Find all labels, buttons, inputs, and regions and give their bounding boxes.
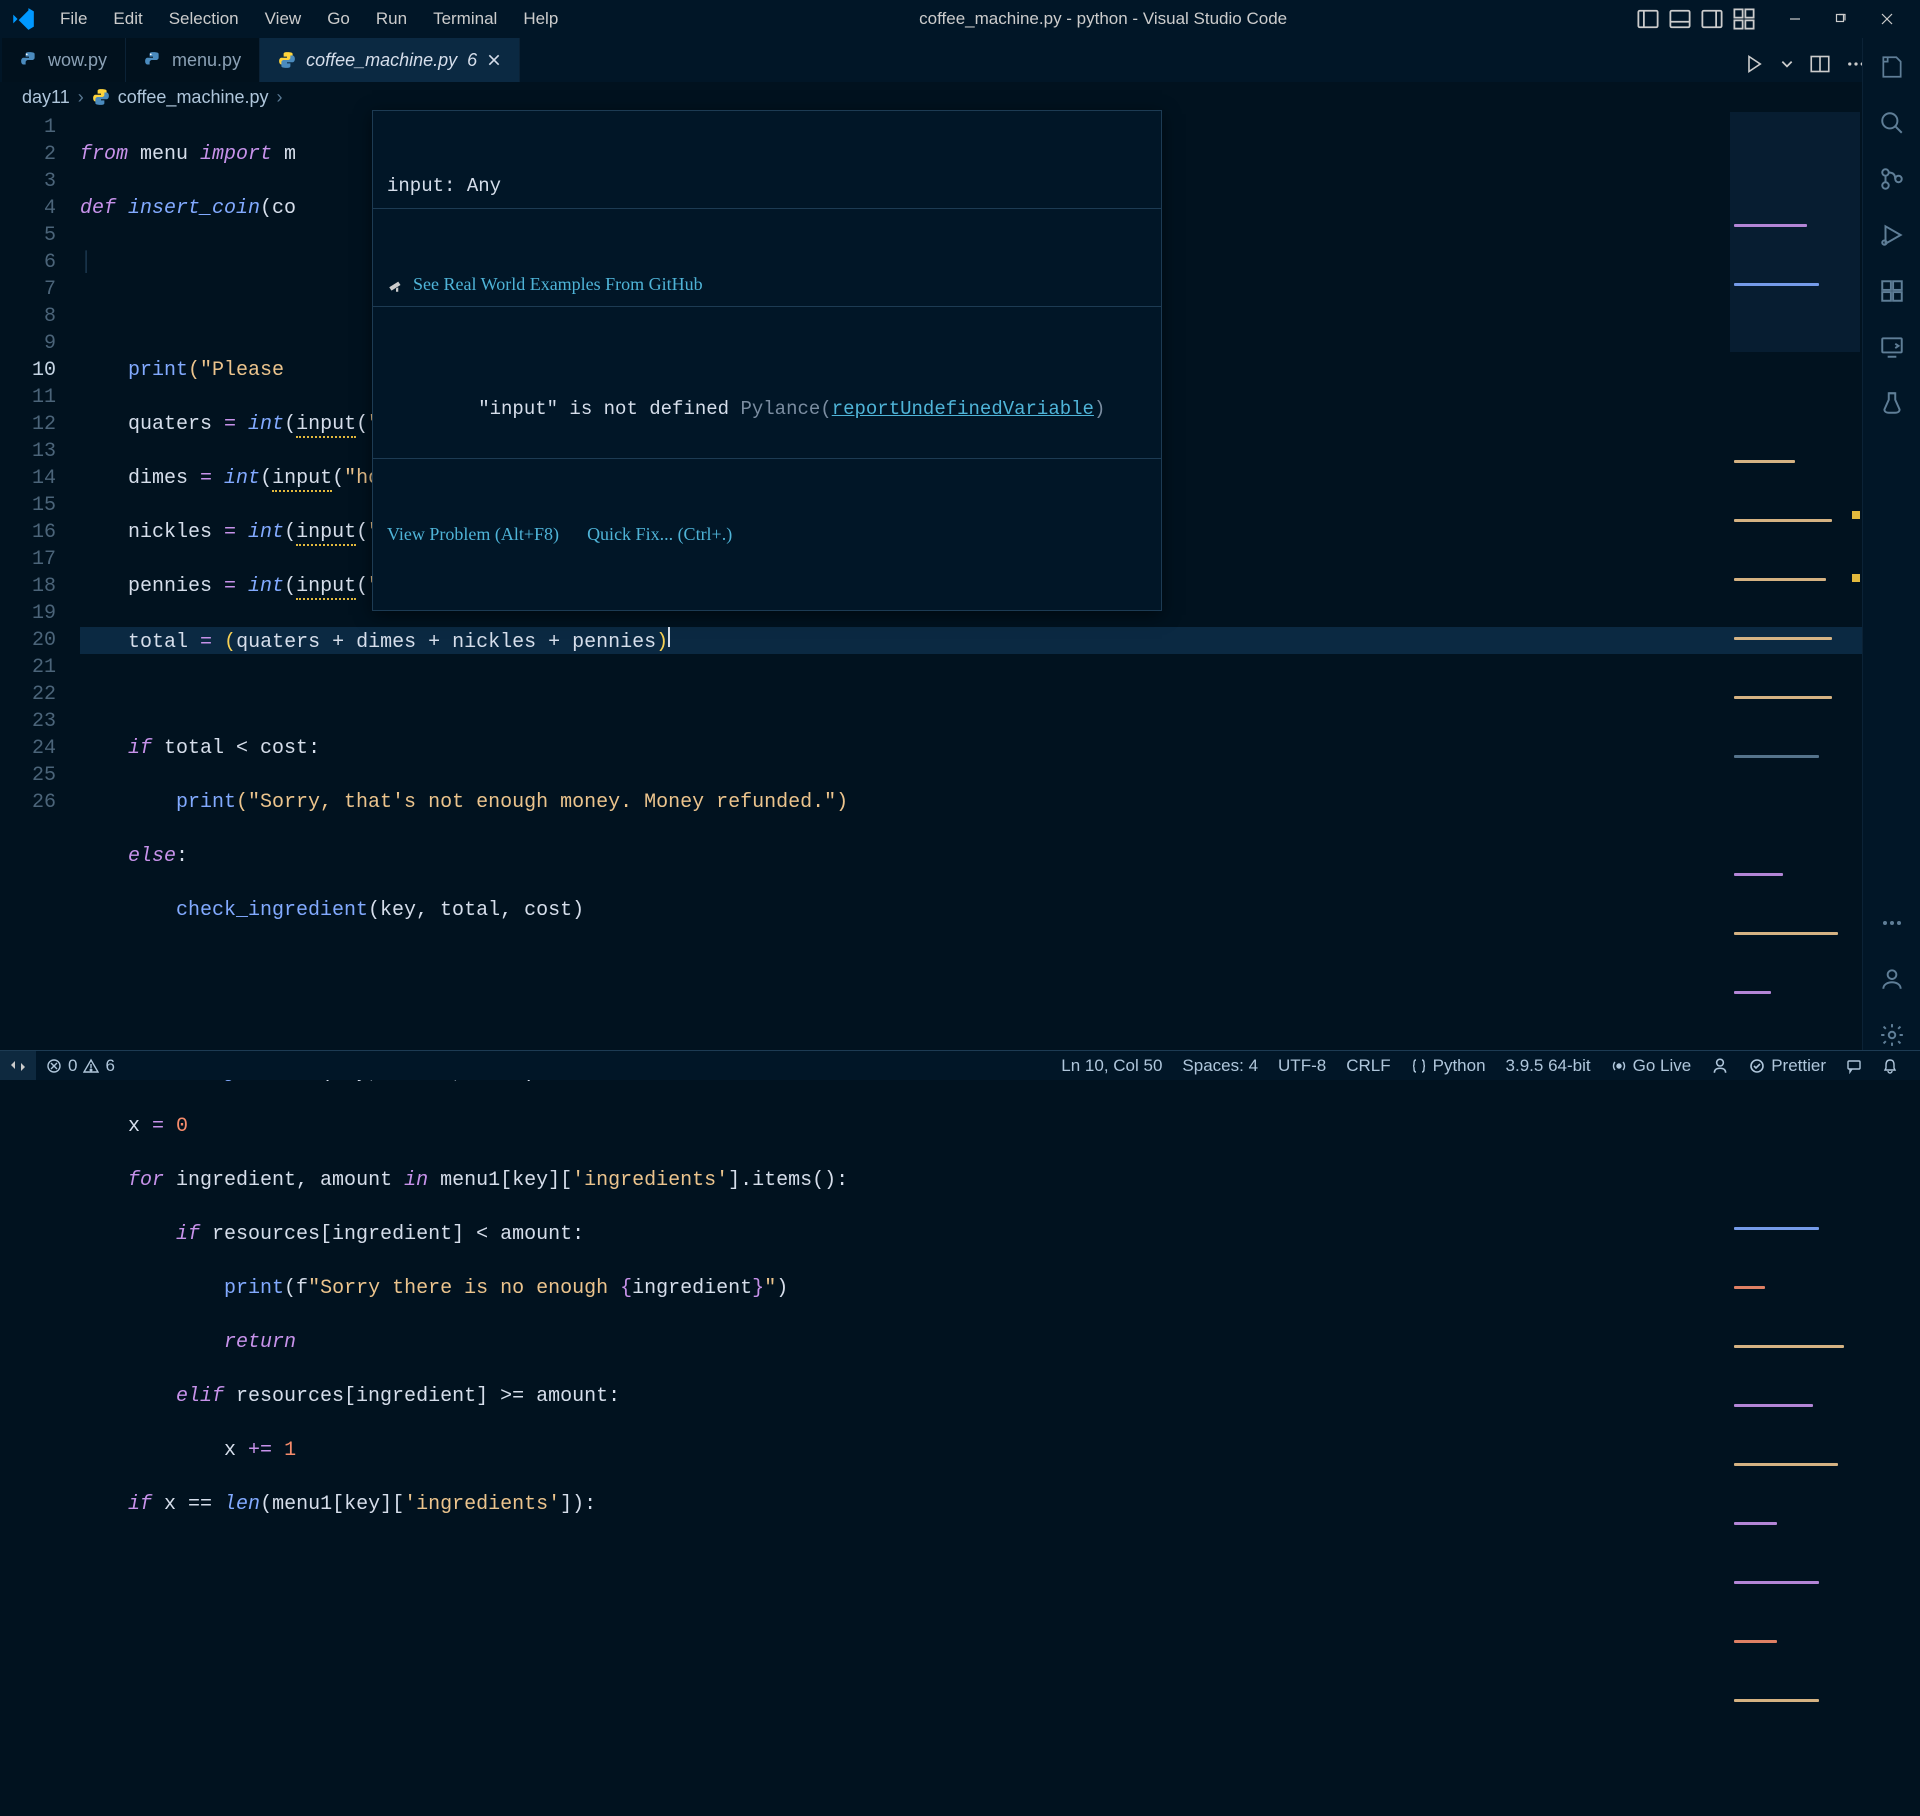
menu-bar: File Edit Selection View Go Run Terminal… [48, 5, 570, 33]
run-dropdown-icon[interactable] [1780, 57, 1794, 71]
run-debug-icon[interactable] [1877, 220, 1907, 250]
breadcrumb-folder[interactable]: day11 [22, 87, 70, 108]
window-title: coffee_machine.py - python - Visual Stud… [570, 9, 1636, 29]
close-tab-icon[interactable] [487, 53, 501, 67]
broadcast-icon [1611, 1058, 1627, 1074]
vscode-logo-icon [10, 6, 36, 32]
hover-tooltip: input: Any See Real World Examples From … [372, 110, 1162, 611]
source-control-icon[interactable] [1877, 164, 1907, 194]
more-icon[interactable] [1877, 908, 1907, 938]
chevron-right-icon: › [277, 87, 283, 108]
cursor-position[interactable]: Ln 10, Col 50 [1051, 1056, 1172, 1076]
hover-github-link[interactable]: See Real World Examples From GitHub [373, 263, 1161, 307]
menu-run[interactable]: Run [364, 5, 419, 33]
close-button[interactable] [1864, 2, 1910, 36]
menu-selection[interactable]: Selection [157, 5, 251, 33]
layout-panel-icon[interactable] [1668, 8, 1692, 30]
line-number-gutter[interactable]: 123456789 10 111213141516171819202122232… [0, 112, 80, 1050]
person-icon [1711, 1057, 1729, 1075]
window-controls [1772, 2, 1910, 36]
python-file-icon [144, 51, 162, 69]
bell-icon [1882, 1058, 1898, 1074]
menu-terminal[interactable]: Terminal [421, 5, 509, 33]
tab-menu[interactable]: menu.py [126, 38, 260, 82]
language-mode[interactable]: Python [1401, 1056, 1496, 1076]
python-file-icon [278, 51, 296, 69]
search-icon[interactable] [1877, 108, 1907, 138]
feedback[interactable] [1836, 1056, 1872, 1076]
settings-gear-icon[interactable] [1877, 1020, 1907, 1050]
chevron-right-icon: › [78, 87, 84, 108]
tab-label: menu.py [172, 50, 241, 71]
braces-icon [1411, 1058, 1427, 1074]
tab-label: coffee_machine.py [306, 50, 457, 71]
tab-coffee-machine[interactable]: coffee_machine.py 6 [260, 38, 520, 82]
layout-controls [1636, 8, 1756, 30]
layout-sidebar-right-icon[interactable] [1700, 8, 1724, 30]
explorer-icon[interactable] [1877, 52, 1907, 82]
menu-file[interactable]: File [48, 5, 99, 33]
warning-icon [83, 1058, 99, 1074]
activity-bar [1862, 38, 1920, 1050]
indentation[interactable]: Spaces: 4 [1172, 1056, 1268, 1076]
layout-customize-icon[interactable] [1732, 8, 1756, 30]
eol[interactable]: CRLF [1336, 1056, 1400, 1076]
notifications[interactable] [1872, 1056, 1908, 1076]
breadcrumb[interactable]: day11 › coffee_machine.py › [0, 82, 1920, 112]
overview-ruler [1846, 224, 1862, 1020]
remote-indicator[interactable] [0, 1051, 36, 1080]
problems-indicator[interactable]: 0 6 [36, 1056, 125, 1076]
error-code-link[interactable]: reportUndefinedVariable [832, 398, 1094, 420]
quick-fix-link[interactable]: Quick Fix... (Ctrl+.) [587, 521, 732, 548]
minimap[interactable] [1730, 112, 1860, 352]
menu-help[interactable]: Help [511, 5, 570, 33]
maximize-button[interactable] [1818, 2, 1864, 36]
codespaces[interactable] [1701, 1056, 1739, 1076]
extensions-icon[interactable] [1877, 276, 1907, 306]
breadcrumb-file[interactable]: coffee_machine.py [118, 87, 269, 108]
tab-dirty-count: 6 [467, 50, 477, 71]
menu-edit[interactable]: Edit [101, 5, 154, 33]
layout-sidebar-left-icon[interactable] [1636, 8, 1660, 30]
remote-icon [10, 1058, 26, 1074]
telescope-icon [387, 276, 405, 294]
encoding[interactable]: UTF-8 [1268, 1056, 1336, 1076]
menu-view[interactable]: View [253, 5, 314, 33]
menu-go[interactable]: Go [315, 5, 362, 33]
check-icon [1749, 1058, 1765, 1074]
python-interpreter[interactable]: 3.9.5 64-bit [1496, 1056, 1601, 1076]
python-file-icon [92, 88, 110, 106]
account-icon[interactable] [1877, 964, 1907, 994]
editor-area: 123456789 10 111213141516171819202122232… [0, 112, 1920, 1050]
hover-signature: input: Any [373, 165, 1161, 209]
minimize-button[interactable] [1772, 2, 1818, 36]
testing-icon[interactable] [1877, 388, 1907, 418]
go-live[interactable]: Go Live [1601, 1056, 1702, 1076]
python-file-icon [20, 51, 38, 69]
tab-label: wow.py [48, 50, 107, 71]
hover-actions: View Problem (Alt+F8) Quick Fix... (Ctrl… [373, 513, 1161, 556]
prettier-status[interactable]: Prettier [1739, 1056, 1836, 1076]
hover-error-message: "input" is not defined Pylance(reportUnd… [373, 361, 1161, 459]
status-bar: 0 6 Ln 10, Col 50 Spaces: 4 UTF-8 CRLF P… [0, 1050, 1920, 1080]
remote-explorer-icon[interactable] [1877, 332, 1907, 362]
feedback-icon [1846, 1058, 1862, 1074]
split-editor-icon[interactable] [1810, 54, 1830, 74]
titlebar: File Edit Selection View Go Run Terminal… [0, 0, 1920, 38]
tab-wow[interactable]: wow.py [2, 38, 126, 82]
code-editor[interactable]: from menu import m def insert_coin(co │ … [80, 112, 1920, 1050]
run-file-icon[interactable] [1744, 54, 1764, 74]
error-icon [46, 1058, 62, 1074]
view-problem-link[interactable]: View Problem (Alt+F8) [387, 521, 559, 548]
tab-bar: wow.py menu.py coffee_machine.py 6 [0, 38, 1920, 82]
